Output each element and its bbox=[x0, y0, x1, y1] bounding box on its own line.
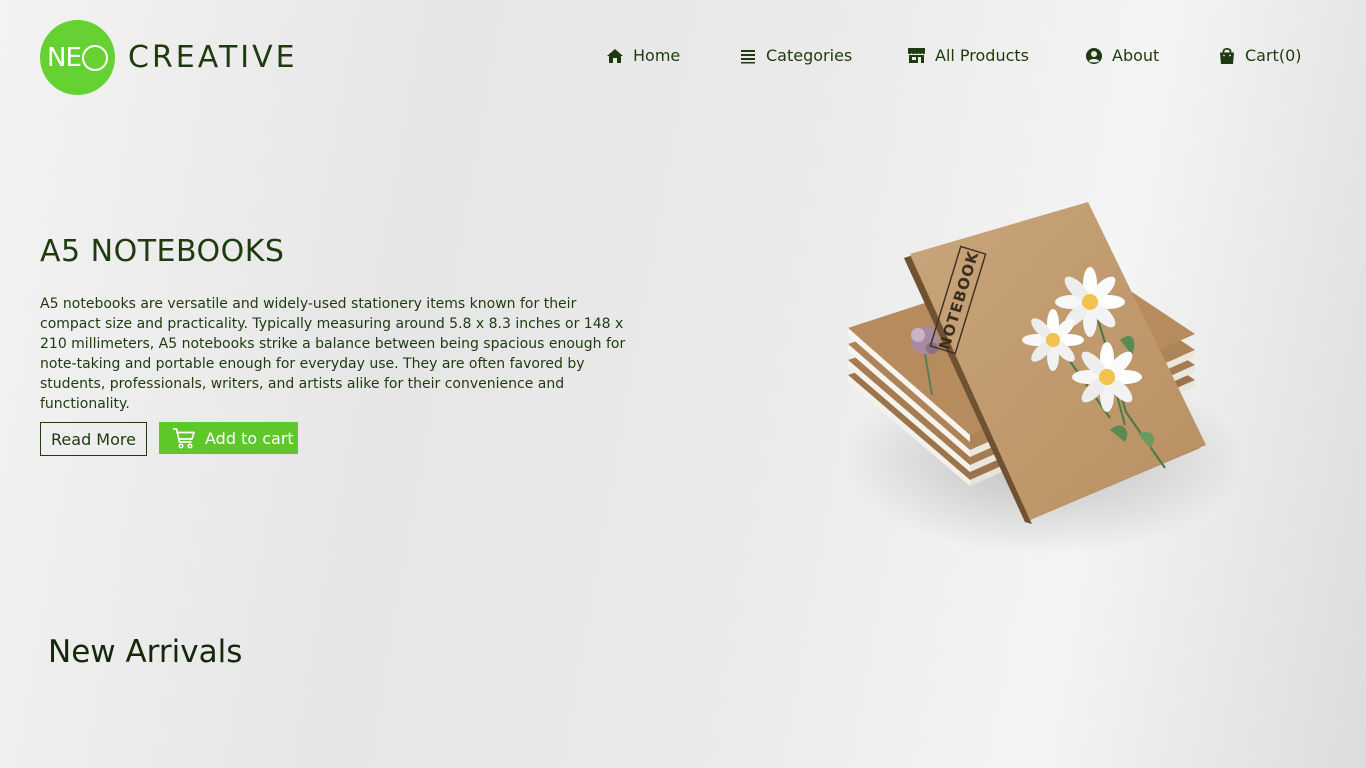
nav-label-home: Home bbox=[633, 46, 681, 65]
nav-item-all-products[interactable]: All Products bbox=[907, 46, 1029, 65]
add-to-cart-label: Add to cart bbox=[205, 428, 294, 448]
store-icon bbox=[908, 48, 925, 63]
read-more-button[interactable]: Read More bbox=[40, 422, 147, 456]
hero-description: A5 notebooks are versatile and widely-us… bbox=[40, 296, 626, 412]
nav-item-cart[interactable]: Cart(0) bbox=[1218, 46, 1302, 65]
nav-label-about: About bbox=[1112, 46, 1160, 65]
nav-label-categories: Categories bbox=[766, 46, 853, 65]
main-nav: Home Categories All Products About Cart(… bbox=[0, 46, 1366, 70]
notebook-product-image: NOTEBOOK bbox=[845, 202, 1240, 555]
nav-label-all-products: All Products bbox=[935, 46, 1030, 65]
shopping-bag-icon bbox=[1220, 47, 1234, 64]
user-circle-icon bbox=[1086, 47, 1102, 64]
nav-label-cart: Cart(0) bbox=[1245, 46, 1302, 65]
nav-item-about[interactable]: About bbox=[1085, 46, 1159, 65]
new-arrivals-heading: New Arrivals bbox=[48, 634, 243, 670]
cart-icon bbox=[173, 428, 195, 449]
list-icon bbox=[741, 49, 755, 63]
home-icon bbox=[607, 48, 623, 63]
add-to-cart-button[interactable]: Add to cart bbox=[159, 422, 298, 454]
hero-title: A5 NOTEBOOKS bbox=[40, 234, 285, 269]
nav-item-home[interactable]: Home bbox=[606, 46, 680, 65]
nav-item-categories[interactable]: Categories bbox=[739, 46, 852, 65]
